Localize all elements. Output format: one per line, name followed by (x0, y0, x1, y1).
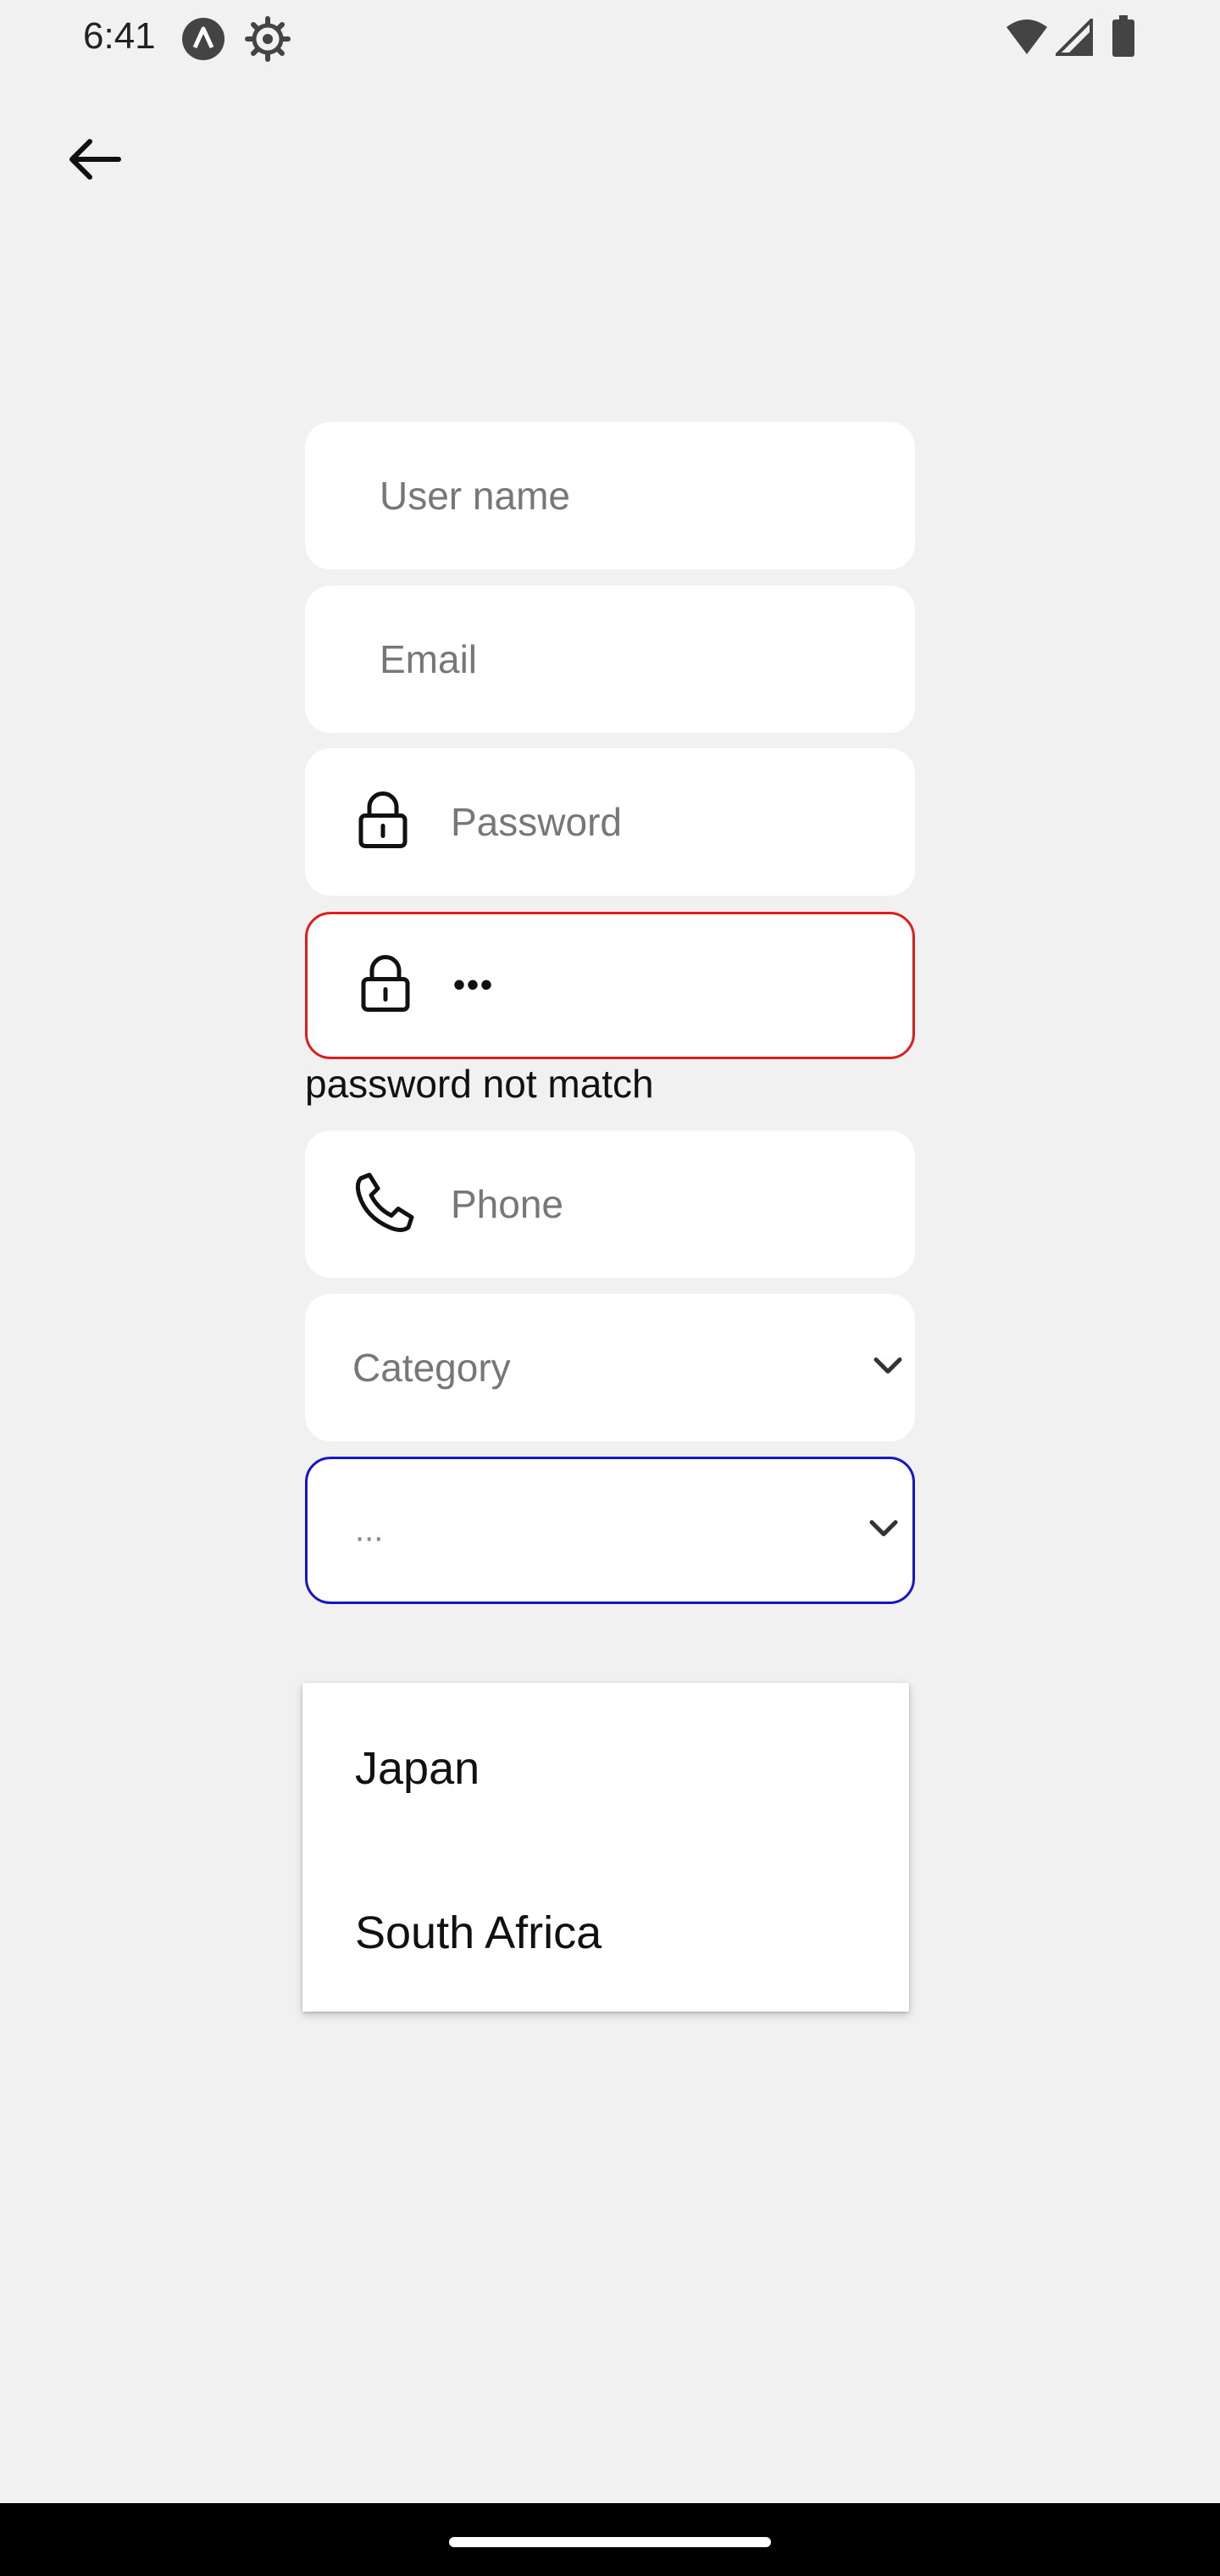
password-placeholder: Password (451, 800, 622, 844)
signal-icon (1053, 16, 1093, 60)
wifi-icon (1005, 19, 1049, 60)
back-button[interactable] (54, 119, 136, 200)
username-placeholder: User name (380, 474, 570, 518)
confirm-password-value: ••• (453, 966, 495, 1004)
country-dropdown-menu: Japan South Africa (302, 1683, 909, 2012)
country-select[interactable]: ... (305, 1457, 915, 1604)
phone-icon (352, 1170, 417, 1239)
lock-icon (360, 954, 411, 1018)
email-field[interactable]: Email (305, 586, 915, 733)
username-field[interactable]: User name (305, 422, 915, 569)
system-navigation-bar (0, 2503, 1220, 2576)
chevron-down-icon (868, 1518, 899, 1543)
app-badge-icon (180, 15, 227, 67)
password-field[interactable]: Password (305, 748, 915, 896)
category-select[interactable]: Category (305, 1294, 915, 1441)
home-gesture-handle[interactable] (449, 2537, 771, 2547)
status-bar: 6:41 (0, 0, 1220, 76)
email-placeholder: Email (380, 637, 478, 681)
confirm-password-field[interactable]: ••• (305, 912, 915, 1059)
arrow-left-icon (69, 139, 121, 180)
signup-screen: 6:41 User name Email Password ••• passwo… (0, 0, 1220, 2576)
dropdown-option-japan[interactable]: Japan (355, 1742, 480, 1795)
category-placeholder: Category (352, 1346, 511, 1390)
battery-icon (1112, 15, 1135, 62)
phone-field[interactable]: Phone (305, 1130, 915, 1278)
phone-placeholder: Phone (451, 1182, 564, 1226)
country-value: ... (355, 1511, 384, 1549)
chevron-down-icon (873, 1356, 903, 1380)
status-time: 6:41 (83, 15, 156, 57)
dropdown-option-south-africa[interactable]: South Africa (355, 1907, 602, 1959)
lock-icon (358, 791, 408, 854)
settings-gear-icon (244, 15, 291, 67)
password-error-message: password not match (305, 1062, 654, 1106)
